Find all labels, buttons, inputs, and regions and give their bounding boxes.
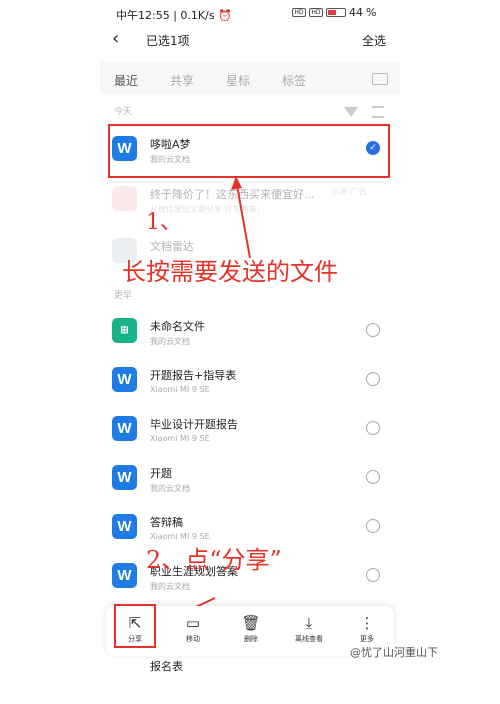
more-button[interactable]: ⋮ 更多 — [342, 612, 392, 644]
filter-icon[interactable] — [344, 107, 358, 117]
section-earlier: 更早 — [114, 291, 133, 301]
flowchart-icon: ⊞ — [112, 318, 137, 343]
status-bar: 中午12:55 | 0.1K/s ⏰ HD HD 44% — [116, 6, 377, 22]
checkbox-icon[interactable] — [366, 470, 380, 484]
ad-tag: 小米·广告 — [332, 187, 367, 196]
word-doc-icon: W — [112, 514, 137, 539]
trash-icon: 🗑 — [241, 614, 261, 632]
list-view-icon[interactable] — [372, 106, 384, 118]
word-doc-icon: W — [112, 367, 137, 392]
status-speed: 0.1K/s — [180, 9, 215, 22]
file-name: 答辩稿 — [150, 516, 183, 529]
list-item[interactable]: 报名表 — [100, 656, 400, 704]
battery-icon — [326, 8, 346, 17]
word-doc-icon: W — [112, 465, 137, 490]
tab-bar: 最近 共享 星标 标签 — [100, 62, 400, 94]
list-item[interactable]: 终于降价了！这东西买来便宜好... 从微信发现文章分享·好东西来！ 小米·广告 — [100, 178, 400, 226]
annotation-step2: 2、点“分享” — [146, 546, 282, 574]
annotation-step1-text: 长按需要发送的文件 — [122, 258, 338, 286]
file-location: 我的云文档 — [150, 484, 190, 493]
file-name: 未命名文件 — [150, 320, 205, 333]
word-doc-icon: W — [112, 563, 137, 588]
folder-move-icon: ▭ — [185, 614, 201, 632]
article-icon — [112, 186, 137, 211]
checkbox-icon[interactable] — [366, 323, 380, 337]
list-item[interactable]: ⊞ 未命名文件 我的云文档 — [100, 310, 400, 358]
file-location: 我的云文档 — [150, 582, 190, 591]
file-name: 毕业设计开题报告 — [150, 418, 238, 431]
file-name: 开题 — [150, 467, 172, 480]
highlight-box — [108, 124, 390, 178]
signal-icon-2: HD — [309, 8, 323, 17]
tab-shared[interactable]: 共享 — [170, 72, 194, 89]
select-all-button[interactable]: 全选 — [362, 32, 386, 49]
watermark: @忧了山河重山下 — [350, 646, 438, 659]
file-name: 报名表 — [150, 660, 183, 673]
more-icon: ⋮ — [359, 614, 375, 632]
checkbox-icon[interactable] — [366, 519, 380, 533]
checkbox-icon[interactable] — [366, 421, 380, 435]
file-location: Xiaomi MI 9 SE — [150, 434, 210, 443]
file-location: Xiaomi MI 9 SE — [150, 385, 210, 394]
tab-recent[interactable]: 最近 — [114, 72, 138, 89]
list-item[interactable]: W 开题报告+指导表 Xiaomi MI 9 SE — [100, 359, 400, 407]
move-button[interactable]: ▭ 移动 — [168, 612, 218, 644]
status-time: 中午12:55 — [116, 9, 170, 22]
annotation-step1: 1、 — [146, 210, 182, 235]
tab-tags[interactable]: 标签 — [282, 72, 306, 89]
word-doc-icon: W — [112, 416, 137, 441]
list-item[interactable]: W 毕业设计开题报告 Xiaomi MI 9 SE — [100, 408, 400, 456]
file-name: 开题报告+指导表 — [150, 369, 237, 382]
tab-starred[interactable]: 星标 — [226, 72, 250, 89]
delete-button[interactable]: 🗑 删除 — [226, 612, 276, 644]
folder-icon[interactable] — [372, 73, 388, 85]
share-highlight-box — [114, 604, 156, 648]
offline-view-button[interactable]: ⤓ 离线查看 — [284, 612, 334, 644]
download-icon: ⤓ — [305, 614, 313, 632]
page-title: 已选1项 — [146, 34, 190, 48]
header: ‹ 已选1项 全选 — [100, 26, 400, 54]
battery-level: 44 — [349, 6, 363, 19]
signal-icon: HD — [292, 8, 306, 17]
section-today: 今天 — [114, 107, 133, 117]
chevron-left-icon[interactable]: ‹ — [112, 28, 119, 49]
checkbox-icon[interactable] — [366, 372, 380, 386]
checkbox-icon[interactable] — [366, 568, 380, 582]
file-location: 我的云文档 — [150, 337, 190, 346]
file-name: 终于降价了！这东西买来便宜好... — [150, 188, 315, 201]
list-item[interactable]: W 开题 我的云文档 — [100, 457, 400, 505]
